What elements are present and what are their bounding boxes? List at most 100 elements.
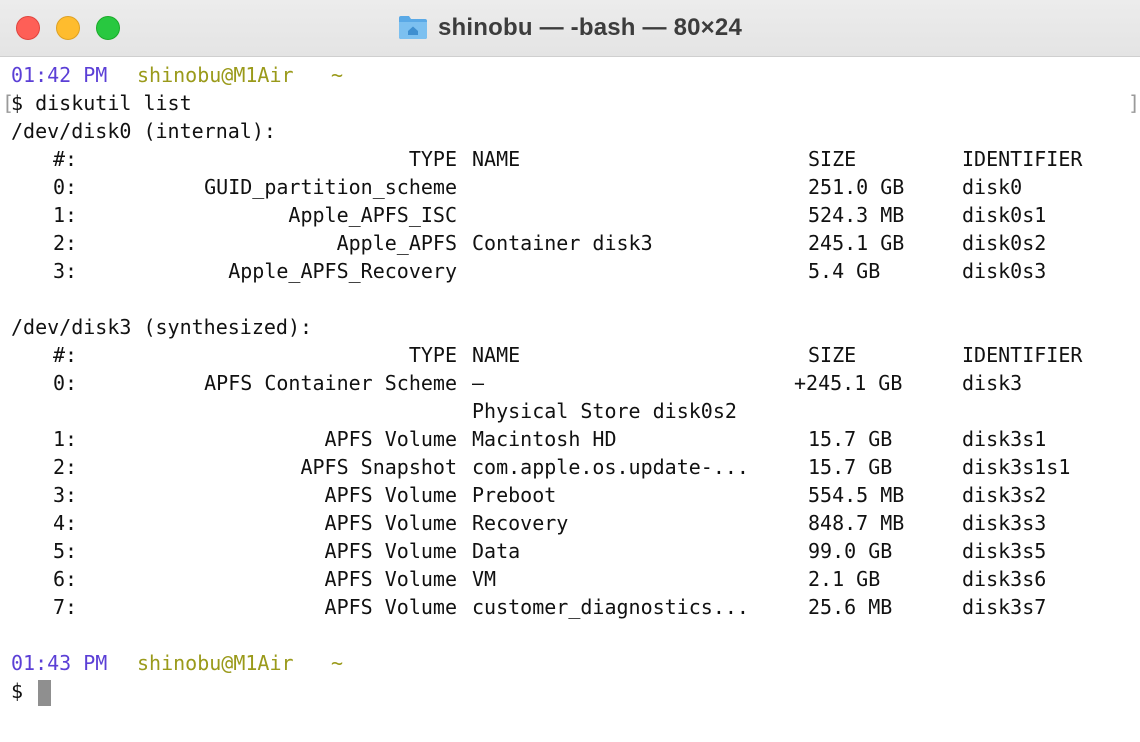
command-line: [ $ diskutil list ]: [0, 89, 1140, 117]
row-name: Preboot: [472, 483, 557, 507]
row-num: 2:: [53, 455, 78, 479]
col-identifier: IDENTIFIER: [962, 147, 1083, 171]
row-num: 3:: [53, 259, 78, 283]
row-identifier: disk3s2: [962, 483, 1047, 507]
text-cursor: [38, 680, 51, 706]
row-type: APFS Snapshot: [300, 455, 457, 479]
prompt-time: 01:43 PM: [11, 651, 108, 675]
row-num: 1:: [53, 203, 78, 227]
prompt-dir: ~: [331, 63, 344, 87]
col-identifier: IDENTIFIER: [962, 343, 1083, 367]
row-identifier: disk3s6: [962, 567, 1047, 591]
row-num: 4:: [53, 511, 78, 535]
command-text: $ diskutil list: [11, 91, 192, 115]
col-name: NAME: [472, 147, 521, 171]
row-name: Macintosh HD: [472, 427, 617, 451]
terminal-window: shinobu — -bash — 80×24 01:42 PM shinobu…: [0, 0, 1140, 742]
table-row: 3: APFS Volume Preboot 554.5 MB disk3s2: [11, 481, 1046, 509]
row-size: 524.3 MB: [808, 203, 905, 227]
home-folder-icon: [398, 16, 427, 39]
col-type: TYPE: [408, 343, 457, 367]
table-row: 1: Apple_APFS_ISC 524.3 MB disk0s1: [11, 201, 1046, 229]
row-num: 5:: [53, 539, 78, 563]
table-row: 3: Apple_APFS_Recovery 5.4 GB disk0s3: [11, 257, 1046, 285]
table-row: 7: APFS Volume customer_diagnostics... 2…: [11, 593, 1046, 621]
col-name: NAME: [472, 343, 521, 367]
row-name: Container disk3: [472, 231, 653, 255]
row-size: 99.0 GB: [808, 539, 893, 563]
prompt-symbol: $: [11, 679, 24, 703]
terminal-content[interactable]: 01:42 PM shinobu@M1Air ~ [ $ diskutil li…: [0, 57, 1140, 742]
row-num: 7:: [53, 595, 78, 619]
row-size: 848.7 MB: [808, 511, 905, 535]
table-row: 2: APFS Snapshot com.apple.os.update-...…: [11, 453, 1070, 481]
row-num: 1:: [53, 427, 78, 451]
table-row: 5: APFS Volume Data 99.0 GB disk3s5: [11, 537, 1046, 565]
mark-bracket-right: ]: [1128, 91, 1140, 115]
row-size: 251.0 GB: [808, 175, 905, 199]
row-identifier: disk3s1s1: [962, 455, 1071, 479]
row-num: 2:: [53, 231, 78, 255]
col-type: TYPE: [408, 147, 457, 171]
disk0-header: /dev/disk0 (internal):: [11, 119, 276, 143]
title-area: shinobu — -bash — 80×24: [0, 0, 1140, 56]
row-size: 245.1 GB: [808, 231, 905, 255]
table-row: 0: APFS Container Scheme – +245.1 GB dis…: [11, 369, 1022, 397]
row-num: 0:: [53, 175, 78, 199]
input-line[interactable]: $: [0, 677, 1140, 706]
disk0-column-header: #: TYPE NAME SIZE IDENTIFIER: [11, 145, 1082, 173]
row-name: customer_diagnostics...: [472, 595, 749, 619]
prompt-time: 01:42 PM: [11, 63, 108, 87]
prompt-user-host: shinobu@M1Air: [137, 651, 294, 675]
title-bar[interactable]: shinobu — -bash — 80×24: [0, 0, 1140, 57]
window-title: shinobu — -bash — 80×24: [437, 14, 742, 41]
row-identifier: disk0s2: [962, 231, 1047, 255]
row-name-continuation: Physical Store disk0s2: [472, 399, 737, 423]
row-name: VM: [472, 567, 497, 591]
row-type: APFS Volume: [324, 539, 457, 563]
table-row: 0: GUID_partition_scheme 251.0 GB disk0: [11, 173, 1022, 201]
row-name: com.apple.os.update-...: [472, 455, 749, 479]
row-identifier: disk0s1: [962, 203, 1047, 227]
table-row: 6: APFS Volume VM 2.1 GB disk3s6: [11, 565, 1046, 593]
row-size: 5.4 GB: [808, 259, 881, 283]
row-identifier: disk3s3: [962, 511, 1047, 535]
row-num: 3:: [53, 483, 78, 507]
col-num: #:: [53, 343, 78, 367]
row-identifier: disk3s5: [962, 539, 1047, 563]
row-name: Data: [472, 539, 521, 563]
col-num: #:: [53, 147, 78, 171]
row-identifier: disk0s3: [962, 259, 1047, 283]
prompt-dir: ~: [331, 651, 344, 675]
row-type: APFS Volume: [324, 427, 457, 451]
row-size: 15.7 GB: [808, 455, 893, 479]
row-name: –: [472, 371, 485, 395]
disk3-header: /dev/disk3 (synthesized):: [11, 315, 313, 339]
row-identifier: disk3s1: [962, 427, 1047, 451]
row-identifier: disk3: [962, 371, 1023, 395]
table-row-continuation: Physical Store disk0s2: [11, 397, 737, 425]
row-size: 15.7 GB: [808, 427, 893, 451]
prompt-line: 01:42 PM shinobu@M1Air ~: [11, 61, 343, 89]
row-size: 2.1 GB: [808, 567, 881, 591]
col-size: SIZE: [808, 147, 857, 171]
row-name: Recovery: [472, 511, 569, 535]
row-size: 25.6 MB: [808, 595, 893, 619]
row-type: GUID_partition_scheme: [204, 175, 457, 199]
row-identifier: disk3s7: [962, 595, 1047, 619]
col-size: SIZE: [808, 343, 857, 367]
row-type: APFS Volume: [324, 483, 457, 507]
row-num: 6:: [53, 567, 78, 591]
row-type: APFS Container Scheme: [204, 371, 457, 395]
row-type: Apple_APFS_ISC: [288, 203, 457, 227]
row-size: 554.5 MB: [808, 483, 905, 507]
prompt-line: 01:43 PM shinobu@M1Air ~: [11, 649, 343, 677]
row-num: 0:: [53, 371, 78, 395]
row-type: APFS Volume: [324, 567, 457, 591]
row-type: Apple_APFS: [336, 231, 457, 255]
row-type: APFS Volume: [324, 511, 457, 535]
row-identifier: disk0: [962, 175, 1023, 199]
row-type: Apple_APFS_Recovery: [228, 259, 457, 283]
row-size: +245.1 GB: [794, 371, 903, 395]
table-row: 2: Apple_APFS Container disk3 245.1 GB d…: [11, 229, 1046, 257]
